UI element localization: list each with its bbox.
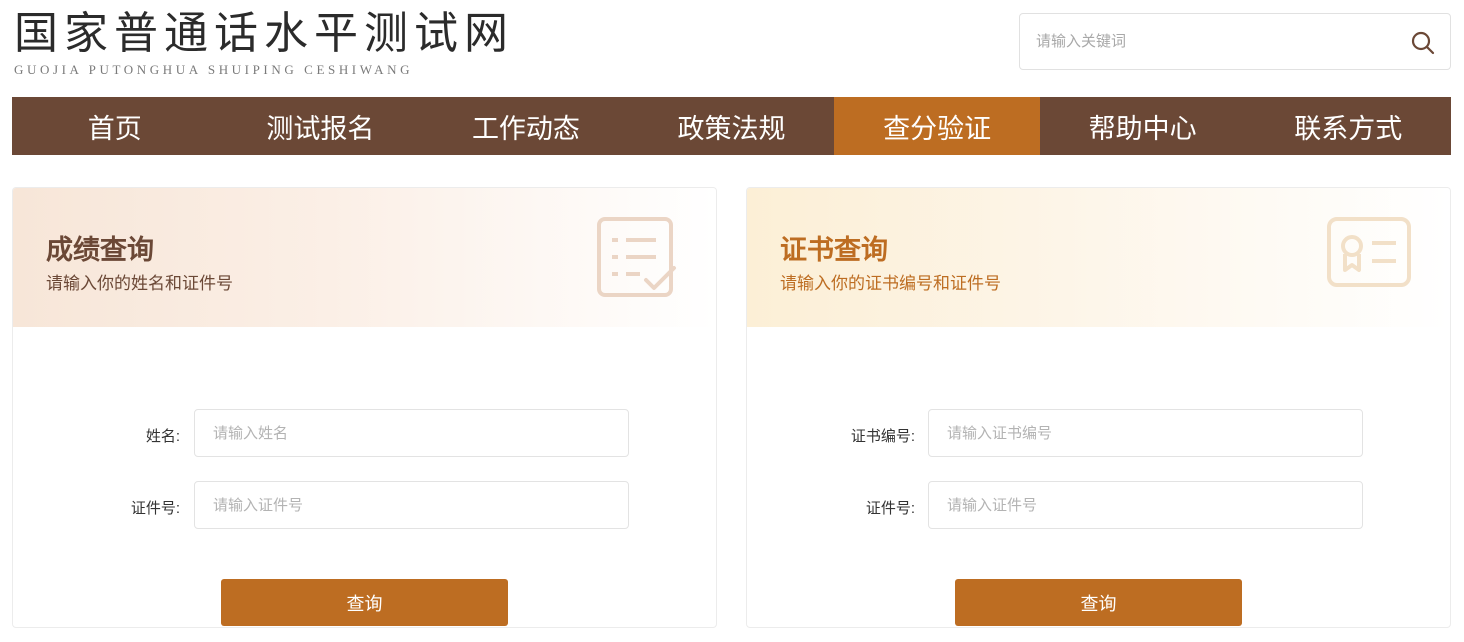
certificate-number-label: 证书编号: bbox=[850, 428, 915, 445]
id-number-input[interactable] bbox=[194, 481, 629, 529]
score-query-button[interactable]: 查询 bbox=[221, 579, 508, 626]
site-subtitle: GUOJIA PUTONGHUA SHUIPING CESHIWANG bbox=[14, 62, 414, 77]
id-number-label: 证件号: bbox=[130, 500, 180, 517]
score-query-description: 请输入你的姓名和证件号 bbox=[46, 274, 233, 293]
nav-item-registration[interactable]: 测试报名 bbox=[218, 97, 424, 155]
search-box bbox=[1019, 13, 1451, 70]
certificate-query-header: 证书查询 请输入你的证书编号和证件号 bbox=[747, 188, 1450, 327]
nav-item-score-verify[interactable]: 查分验证 bbox=[834, 97, 1040, 155]
nav-item-home[interactable]: 首页 bbox=[12, 97, 218, 155]
search-icon[interactable] bbox=[1410, 30, 1436, 56]
certificate-query-title: 证书查询 bbox=[780, 235, 888, 265]
score-query-header: 成绩查询 请输入你的姓名和证件号 bbox=[13, 188, 716, 327]
nav-item-help[interactable]: 帮助中心 bbox=[1040, 97, 1246, 155]
cert-id-number-input[interactable] bbox=[928, 481, 1363, 529]
certificate-query-description: 请输入你的证书编号和证件号 bbox=[780, 274, 1001, 293]
main-nav: 首页 测试报名 工作动态 政策法规 查分验证 帮助中心 联系方式 bbox=[12, 97, 1451, 155]
score-query-title: 成绩查询 bbox=[46, 235, 154, 265]
site-title: 国家普通话水平测试网 bbox=[14, 8, 514, 59]
nav-item-news[interactable]: 工作动态 bbox=[423, 97, 629, 155]
certificate-number-input[interactable] bbox=[928, 409, 1363, 457]
name-label: 姓名: bbox=[145, 428, 180, 445]
cert-id-number-label: 证件号: bbox=[865, 500, 915, 517]
checklist-icon bbox=[596, 216, 678, 305]
score-query-card: 成绩查询 请输入你的姓名和证件号 姓名: 证件号: 查询 bbox=[12, 187, 717, 628]
site-brand[interactable]: 国家普通话水平测试网 GUOJIA PUTONGHUA SHUIPING CES… bbox=[14, 8, 514, 78]
id-card-icon bbox=[1326, 216, 1412, 293]
name-input[interactable] bbox=[194, 409, 629, 457]
search-input[interactable] bbox=[1020, 14, 1400, 69]
nav-item-contact[interactable]: 联系方式 bbox=[1245, 97, 1451, 155]
certificate-query-button[interactable]: 查询 bbox=[955, 579, 1242, 626]
certificate-query-card: 证书查询 请输入你的证书编号和证件号 证书编号: 证件号: 查询 bbox=[746, 187, 1451, 628]
nav-item-policy[interactable]: 政策法规 bbox=[629, 97, 835, 155]
